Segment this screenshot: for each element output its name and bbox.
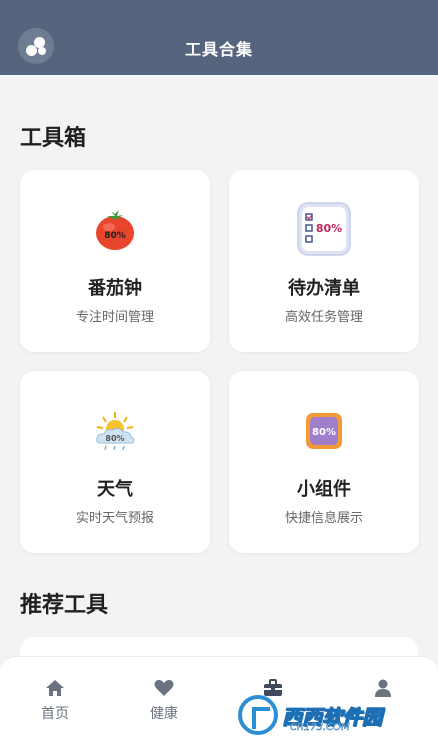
todo-card[interactable]: 80% 待办清单 高效任务管理 bbox=[229, 170, 419, 352]
svg-text:80%: 80% bbox=[104, 231, 126, 241]
card-title: 番茄钟 bbox=[88, 278, 142, 299]
nav-label: 健康 bbox=[150, 706, 178, 722]
toolbox-section-title: 工具箱 bbox=[20, 126, 87, 151]
card-title: 天气 bbox=[97, 479, 133, 500]
nav-label: 首页 bbox=[41, 706, 69, 722]
svg-text:80%: 80% bbox=[316, 222, 342, 235]
widget-icon: 80% bbox=[306, 413, 342, 449]
recommended-section-title: 推荐工具 bbox=[20, 593, 109, 618]
nav-item-home[interactable]: 首页 bbox=[20, 679, 90, 723]
nav-item-health[interactable]: 健康 bbox=[129, 679, 199, 723]
card-title: 小组件 bbox=[297, 479, 351, 500]
svg-text:80%: 80% bbox=[105, 434, 124, 443]
weather-icon: 80% bbox=[96, 412, 135, 451]
app-header: 工具合集 bbox=[0, 0, 438, 75]
svg-text:80%: 80% bbox=[312, 427, 336, 438]
weather-card[interactable]: 80% 天气 实时天气预报 bbox=[20, 371, 210, 553]
watermark-sub: CR173.COM bbox=[290, 722, 350, 734]
tomato-icon: 80% bbox=[96, 210, 134, 250]
home-icon bbox=[46, 680, 64, 696]
card-subtitle: 快捷信息展示 bbox=[284, 511, 363, 526]
watermark-logo-icon bbox=[238, 695, 278, 735]
checklist-icon: 80% bbox=[297, 202, 351, 256]
card-subtitle: 专注时间管理 bbox=[75, 310, 154, 325]
widget-card[interactable]: 80% 小组件 快捷信息展示 bbox=[229, 371, 419, 553]
pomodoro-card[interactable]: 80% 番茄钟 专注时间管理 bbox=[20, 170, 210, 352]
heart-icon bbox=[154, 679, 174, 696]
card-subtitle: 高效任务管理 bbox=[284, 310, 363, 325]
card-title: 待办清单 bbox=[288, 278, 360, 299]
page-title: 工具合集 bbox=[184, 40, 253, 59]
card-subtitle: 实时天气预报 bbox=[75, 511, 154, 526]
